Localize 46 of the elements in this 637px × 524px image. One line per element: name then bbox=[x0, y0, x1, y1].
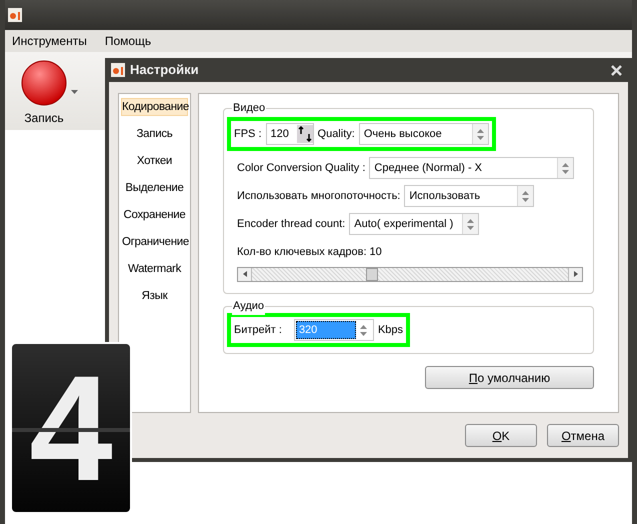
keyframes-label: Кол-во ключевых кадров: 10 bbox=[236, 245, 382, 260]
group-title: Видео bbox=[232, 100, 266, 116]
right-arrow-icon bbox=[574, 271, 578, 277]
spinner-arrows-icon bbox=[360, 324, 368, 336]
dropdown[interactable]: Auto( experimental ) bbox=[349, 213, 480, 235]
category-item[interactable]: Запись bbox=[121, 125, 188, 143]
category-item[interactable]: Watermark bbox=[121, 260, 188, 278]
keyframes-slider[interactable] bbox=[237, 266, 583, 282]
fps-label: FPS : bbox=[234, 126, 262, 142]
dropdown[interactable]: Очень высокое bbox=[358, 123, 489, 145]
menu-item[interactable]: Помощь bbox=[104, 32, 152, 50]
setting-label: Color Conversion Quality : bbox=[237, 160, 366, 176]
quality-label: Quality: bbox=[318, 126, 355, 142]
menu-item[interactable]: Инструменты bbox=[12, 32, 87, 50]
category-item[interactable]: Хоткеи bbox=[121, 152, 188, 170]
button[interactable]: По умолчанию bbox=[425, 366, 594, 389]
spinner-arrows-icon bbox=[476, 128, 484, 140]
spinner-arrows-icon bbox=[522, 190, 530, 202]
category-item[interactable]: Выделение bbox=[121, 179, 188, 197]
slider-thumb[interactable] bbox=[366, 268, 378, 280]
fps-spinbox[interactable]: 120 bbox=[266, 123, 314, 145]
button[interactable]: OK bbox=[465, 424, 537, 447]
up-down-arrows-icon bbox=[296, 125, 313, 143]
record-button[interactable]: Запись bbox=[21, 60, 67, 127]
dialog-title: Настройки bbox=[130, 61, 199, 80]
category-item[interactable]: Сохранение bbox=[121, 206, 188, 224]
spinner-arrows-icon bbox=[562, 162, 570, 174]
record-icon bbox=[21, 60, 67, 106]
bitrate-label: Битрейт : bbox=[234, 322, 282, 338]
category-item[interactable]: Ограничение bbox=[121, 233, 188, 251]
unit-label: Kbps bbox=[378, 322, 404, 338]
dropdown[interactable]: Среднее (Normal) - X bbox=[369, 157, 574, 179]
app-icon bbox=[8, 8, 22, 22]
caret-icon bbox=[71, 90, 78, 94]
setting-label: Использовать многопоточность: bbox=[237, 188, 400, 204]
spinner-arrows-icon bbox=[467, 218, 474, 230]
setting-label: Encoder thread count: bbox=[237, 216, 346, 232]
group-title: Аудио bbox=[232, 298, 266, 314]
dropdown[interactable]: Использовать bbox=[404, 185, 534, 207]
app-icon bbox=[111, 63, 125, 77]
button[interactable]: Отмена bbox=[547, 424, 619, 447]
category-item[interactable]: Кодирование bbox=[121, 98, 188, 116]
category-item[interactable]: Язык bbox=[121, 287, 188, 305]
left-arrow-icon bbox=[242, 271, 246, 277]
close-icon[interactable] bbox=[611, 64, 622, 76]
step-badge: 4 bbox=[10, 342, 132, 514]
